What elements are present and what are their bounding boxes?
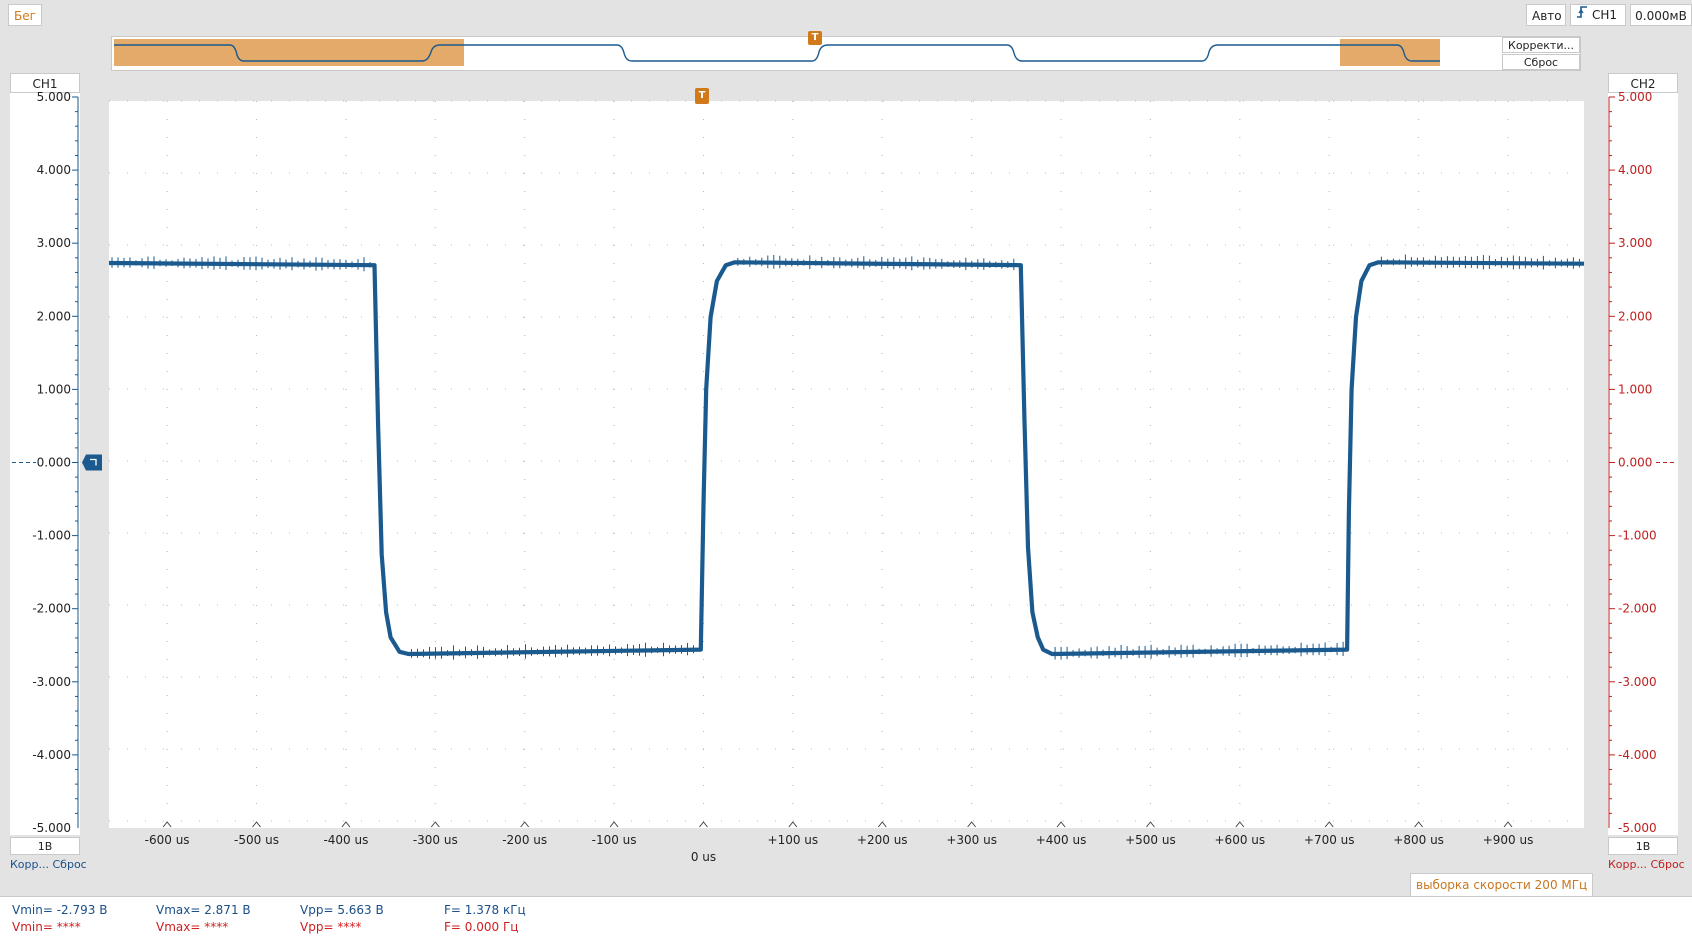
- ch1-scale[interactable]: 1В: [10, 837, 80, 855]
- overview-right-shade: [1340, 39, 1440, 66]
- ch1-tick-label: 5.000: [37, 90, 71, 104]
- oscilloscope-plot[interactable]: -600 us -500 us -400 us -300 us -200 us -100 …: [108, 88, 1585, 864]
- x-tick-label: 0 us: [691, 850, 716, 864]
- x-tick-mark: [341, 821, 351, 828]
- ch2-scale[interactable]: 1В: [1608, 837, 1678, 855]
- x-tick-label: +900 us: [1483, 833, 1534, 847]
- ch1-axis-panel: CH1 5.000 4.000 3.000 2.000 1.000 0.000 -1.000…: [10, 73, 102, 873]
- plot-trigger-marker[interactable]: T: [695, 88, 709, 104]
- trigger-source-label: CH1: [1592, 8, 1618, 22]
- ch2-tick-label: 2.000: [1618, 309, 1652, 323]
- x-tick-mark: [1324, 821, 1334, 828]
- ch1-waveform-trace: [108, 260, 1585, 657]
- x-tick-mark: [877, 821, 887, 828]
- ch2-tick-label: -2.000: [1618, 602, 1657, 616]
- ch1-tick-label: -2.000: [32, 602, 71, 616]
- run-button[interactable]: Бег: [8, 4, 42, 26]
- x-tick-label: -500 us: [234, 833, 279, 847]
- ch2-vmax: Vmax= ****: [156, 920, 229, 934]
- ch2-tick-label: -1.000: [1618, 529, 1657, 543]
- ch1-offset-marker: [82, 454, 102, 471]
- ch2-reset-button[interactable]: Сброс: [1651, 858, 1685, 871]
- ch2-tick-label: 4.000: [1618, 163, 1652, 177]
- x-tick-label: +200 us: [857, 833, 908, 847]
- ch1-tick-label: -4.000: [32, 748, 71, 762]
- x-tick-label: +400 us: [1036, 833, 1087, 847]
- ch2-axis[interactable]: 5.000 4.000 3.000 2.000 1.000 0.000 -1.000 -2.0…: [1608, 90, 1678, 835]
- x-tick-label: -300 us: [413, 833, 458, 847]
- x-tick-mark: [1414, 821, 1424, 828]
- ch2-vpp: Vpp= ****: [300, 920, 362, 934]
- x-tick-mark: [788, 821, 798, 828]
- ch2-tick-label: 1.000: [1618, 382, 1652, 396]
- x-tick-label: +300 us: [946, 833, 997, 847]
- ch2-tick-label: -3.000: [1618, 675, 1657, 689]
- ch1-vmin: Vmin= -2.793 В: [12, 903, 108, 917]
- ch1-tick-label: 1.000: [37, 382, 71, 396]
- x-tick-label: -200 us: [502, 833, 547, 847]
- x-tick-label: +800 us: [1393, 833, 1444, 847]
- overview-waveform: [114, 39, 1440, 66]
- ch2-tick-label: -4.000: [1618, 748, 1657, 762]
- ch1-reset-button[interactable]: Сброс: [53, 858, 87, 871]
- sample-rate-label: выборка скорости 200 МГц: [1410, 873, 1594, 897]
- x-tick-mark: [520, 821, 530, 828]
- ch1-tick-label: 2.000: [37, 309, 71, 323]
- ch1-footer: Корр... Сброс: [10, 857, 87, 873]
- rising-edge-icon: [1576, 4, 1588, 26]
- ch2-axis-panel: CH2 5.000 4.000 3.000 2.000 1.000 0.000 -1.000…: [1608, 73, 1685, 873]
- ch2-tick-label: 0.000: [1618, 456, 1652, 470]
- x-tick-mark: [162, 821, 172, 828]
- trigger-source-button[interactable]: CH1: [1570, 4, 1626, 26]
- waveform-overview[interactable]: T Корректи... Сброс: [111, 31, 1581, 71]
- overview-left-shade: [114, 39, 464, 66]
- x-tick-label: -600 us: [145, 833, 190, 847]
- x-tick-label: +100 us: [768, 833, 819, 847]
- ch1-tick-label: -3.000: [32, 675, 71, 689]
- x-tick-mark: [1146, 821, 1155, 828]
- trigger-mode-button[interactable]: Авто: [1526, 4, 1566, 26]
- ch2-tick-label: 3.000: [1618, 236, 1652, 250]
- ch2-freq: F= 0.000 Гц: [444, 920, 519, 934]
- ch1-tick-label: -5.000: [32, 821, 71, 835]
- ch2-tick-label: 5.000: [1618, 90, 1652, 104]
- ch2-footer: Корр... Сброс: [1608, 857, 1685, 873]
- ch1-tick-label: 3.000: [37, 236, 71, 250]
- x-tick-mark: [1056, 821, 1066, 828]
- ch1-tick-label: 0.000: [37, 456, 71, 470]
- overview-trigger-marker[interactable]: T: [808, 31, 822, 45]
- ch1-tick-label: 4.000: [37, 163, 71, 177]
- trigger-level-field[interactable]: 0.000мВ: [1630, 4, 1692, 26]
- ch2-tick-label: -5.000: [1618, 821, 1657, 835]
- x-tick-mark: [1235, 821, 1245, 828]
- measurements-bar: Vmin= -2.793 В Vmax= 2.871 В Vpp= 5.663 …: [0, 896, 1692, 941]
- ch1-tick-label: -1.000: [32, 529, 71, 543]
- ch2-adjust-button[interactable]: Корр...: [1608, 858, 1647, 871]
- x-tick-mark: [252, 821, 261, 828]
- x-tick-label: +500 us: [1125, 833, 1176, 847]
- x-tick-mark: [1503, 821, 1513, 828]
- x-tick-mark: [967, 821, 977, 828]
- ch1-adjust-button[interactable]: Корр...: [10, 858, 49, 871]
- x-tick-label: -100 us: [592, 833, 637, 847]
- x-tick-label: +700 us: [1304, 833, 1355, 847]
- x-tick-mark: [430, 821, 440, 828]
- ch1-vmax: Vmax= 2.871 В: [156, 903, 251, 917]
- ch1-vpp: Vpp= 5.663 В: [300, 903, 384, 917]
- ch1-axis[interactable]: 5.000 4.000 3.000 2.000 1.000 0.000 -1.000 -2.0…: [10, 90, 102, 835]
- overview-reset-button[interactable]: Сброс: [1502, 54, 1580, 70]
- x-tick-mark: [699, 821, 708, 828]
- x-tick-label: -400 us: [323, 833, 368, 847]
- ch1-freq: F= 1.378 кГц: [444, 903, 526, 917]
- x-tick-mark: [609, 821, 619, 828]
- x-tick-label: +600 us: [1215, 833, 1266, 847]
- overview-adjust-button[interactable]: Корректи...: [1502, 37, 1580, 53]
- ch2-vmin: Vmin= ****: [12, 920, 81, 934]
